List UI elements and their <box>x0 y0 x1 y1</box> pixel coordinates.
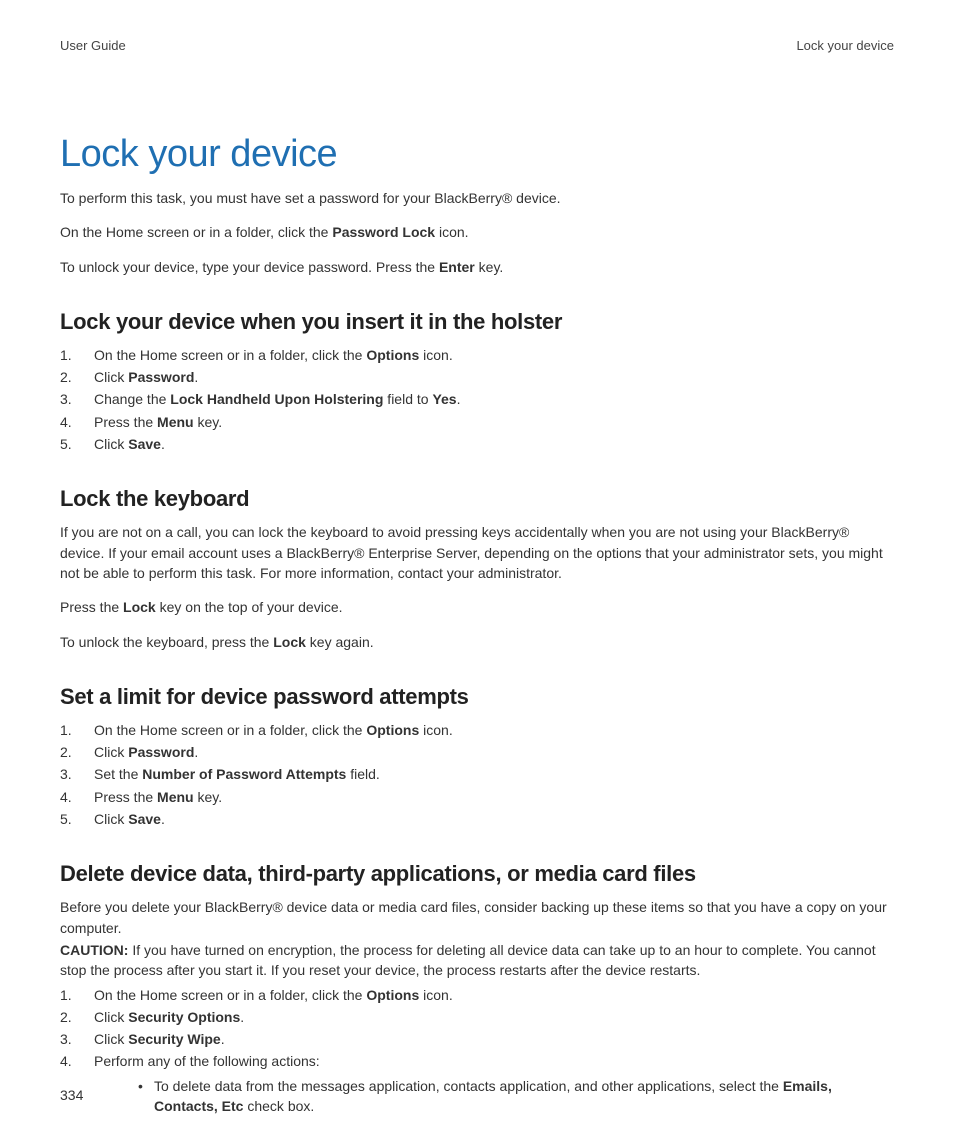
bold-password: Password <box>128 369 194 385</box>
text: Press the <box>94 789 157 805</box>
text: icon. <box>419 987 452 1003</box>
text: key. <box>475 259 504 275</box>
step-5: Click Save. <box>60 434 894 454</box>
bold-security-wipe: Security Wipe <box>128 1031 220 1047</box>
text: Press the <box>60 599 123 615</box>
text: . <box>457 391 461 407</box>
text: key again. <box>306 634 374 650</box>
text: Perform any of the following actions: <box>94 1053 320 1069</box>
bold-options: Options <box>366 722 419 738</box>
text: Press the <box>94 414 157 430</box>
password-attempts-steps: On the Home screen or in a folder, click… <box>60 720 894 829</box>
intro-paragraph-3: To unlock your device, type your device … <box>60 257 894 277</box>
text: field to <box>383 391 432 407</box>
text: icon. <box>435 224 468 240</box>
intro-paragraph-1: To perform this task, you must have set … <box>60 188 894 208</box>
bold-menu: Menu <box>157 414 194 430</box>
bold-number-attempts: Number of Password Attempts <box>142 766 346 782</box>
bold-options: Options <box>366 987 419 1003</box>
text: . <box>240 1009 244 1025</box>
step-1: On the Home screen or in a folder, click… <box>60 985 894 1005</box>
text: On the Home screen or in a folder, click… <box>94 347 366 363</box>
text: check box. <box>243 1098 314 1114</box>
page-number: 334 <box>60 1087 83 1103</box>
section-password-attempts-heading: Set a limit for device password attempts <box>60 684 894 710</box>
delete-data-paragraph-1: Before you delete your BlackBerry® devic… <box>60 897 894 938</box>
text: . <box>194 744 198 760</box>
lock-keyboard-paragraph-1: If you are not on a call, you can lock t… <box>60 522 894 583</box>
text: On the Home screen or in a folder, click… <box>94 722 366 738</box>
section-delete-data-heading: Delete device data, third-party applicat… <box>60 861 894 887</box>
text: To unlock your device, type your device … <box>60 259 439 275</box>
step-3: Change the Lock Handheld Upon Holstering… <box>60 389 894 409</box>
lock-keyboard-paragraph-2: Press the Lock key on the top of your de… <box>60 597 894 617</box>
page-title: Lock your device <box>60 133 894 176</box>
intro-paragraph-2: On the Home screen or in a folder, click… <box>60 222 894 242</box>
text: To delete data from the messages applica… <box>154 1078 783 1094</box>
text: key on the top of your device. <box>156 599 343 615</box>
header-right: Lock your device <box>796 38 894 53</box>
step-2: Click Password. <box>60 742 894 762</box>
section-lock-keyboard-heading: Lock the keyboard <box>60 486 894 512</box>
bold-password: Password <box>128 744 194 760</box>
step-4: Press the Menu key. <box>60 412 894 432</box>
bold-lock: Lock <box>123 599 156 615</box>
bold-security-options: Security Options <box>128 1009 240 1025</box>
text: field. <box>346 766 379 782</box>
step-1: On the Home screen or in a folder, click… <box>60 345 894 365</box>
text: On the Home screen or in a folder, click… <box>94 987 366 1003</box>
step-4: Perform any of the following actions: To… <box>60 1051 894 1116</box>
bold-password-lock: Password Lock <box>332 224 435 240</box>
bold-save: Save <box>128 811 161 827</box>
text: Click <box>94 811 128 827</box>
text: . <box>161 811 165 827</box>
text: key. <box>194 789 223 805</box>
step-5: Click Save. <box>60 809 894 829</box>
text: To unlock the keyboard, press the <box>60 634 273 650</box>
text: Click <box>94 744 128 760</box>
header-left: User Guide <box>60 38 126 53</box>
step-4: Press the Menu key. <box>60 787 894 807</box>
bold-save: Save <box>128 436 161 452</box>
text: key. <box>194 414 223 430</box>
delete-data-bullets: To delete data from the messages applica… <box>94 1076 894 1117</box>
step-3: Set the Number of Password Attempts fiel… <box>60 764 894 784</box>
bold-yes: Yes <box>432 391 456 407</box>
text: . <box>161 436 165 452</box>
holster-steps: On the Home screen or in a folder, click… <box>60 345 894 454</box>
bold-enter: Enter <box>439 259 475 275</box>
text: Change the <box>94 391 170 407</box>
text: Click <box>94 1009 128 1025</box>
text: . <box>194 369 198 385</box>
text: icon. <box>419 347 452 363</box>
text: Set the <box>94 766 142 782</box>
bold-lock-handheld: Lock Handheld Upon Holstering <box>170 391 383 407</box>
text: If you have turned on encryption, the pr… <box>60 942 876 978</box>
text: On the Home screen or in a folder, click… <box>60 224 332 240</box>
delete-data-steps: On the Home screen or in a folder, click… <box>60 985 894 1117</box>
text: Click <box>94 369 128 385</box>
section-holster-heading: Lock your device when you insert it in t… <box>60 309 894 335</box>
bold-lock: Lock <box>273 634 306 650</box>
bold-options: Options <box>366 347 419 363</box>
bullet-1: To delete data from the messages applica… <box>94 1076 894 1117</box>
page-header: User Guide Lock your device <box>60 38 894 53</box>
bold-caution: CAUTION: <box>60 942 128 958</box>
text: icon. <box>419 722 452 738</box>
bold-menu: Menu <box>157 789 194 805</box>
text: Click <box>94 436 128 452</box>
step-1: On the Home screen or in a folder, click… <box>60 720 894 740</box>
lock-keyboard-paragraph-3: To unlock the keyboard, press the Lock k… <box>60 632 894 652</box>
delete-data-caution: CAUTION: If you have turned on encryptio… <box>60 940 894 981</box>
text: . <box>221 1031 225 1047</box>
step-3: Click Security Wipe. <box>60 1029 894 1049</box>
step-2: Click Password. <box>60 367 894 387</box>
step-2: Click Security Options. <box>60 1007 894 1027</box>
text: Click <box>94 1031 128 1047</box>
